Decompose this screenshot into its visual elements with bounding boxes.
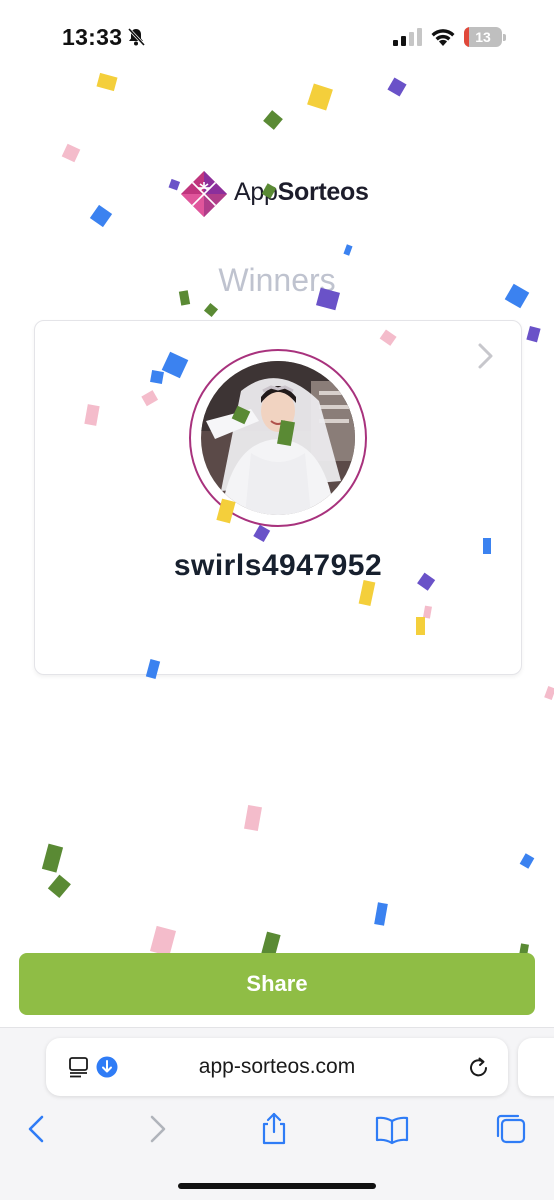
status-bar: 13:33 13 <box>0 0 554 70</box>
bell-slash-icon <box>127 27 146 47</box>
logo-text: AppSorteos <box>234 178 369 206</box>
tabs-icon[interactable] <box>494 1112 528 1146</box>
winner-photo <box>201 361 355 515</box>
share-icon[interactable] <box>257 1112 291 1146</box>
avatar <box>189 349 367 527</box>
battery-icon: 13 <box>464 27 506 47</box>
cellular-signal-icon <box>393 28 422 46</box>
page-title: Winners <box>218 262 336 298</box>
url-text[interactable]: app-sorteos.com <box>46 1055 508 1079</box>
logo-mark-icon <box>181 171 227 217</box>
address-bar[interactable]: app-sorteos.com <box>46 1038 508 1096</box>
status-time: 13:33 <box>62 24 123 50</box>
bookmarks-icon[interactable] <box>375 1112 409 1146</box>
forward-icon[interactable] <box>140 1112 174 1146</box>
app-logo[interactable]: AppSorteos <box>180 170 380 218</box>
battery-level: 13 <box>475 29 491 45</box>
chevron-right-icon[interactable] <box>475 341 497 371</box>
share-button[interactable]: Share <box>19 953 535 1015</box>
back-icon[interactable] <box>20 1112 54 1146</box>
home-indicator <box>178 1183 376 1189</box>
browser-toolbar: app-sorteos.com <box>0 1027 554 1200</box>
winner-card[interactable]: swirls4947952 <box>34 320 522 675</box>
winner-username: swirls4947952 <box>173 549 383 582</box>
next-tab-peek[interactable] <box>518 1038 554 1096</box>
reload-icon[interactable] <box>467 1055 491 1079</box>
wifi-icon <box>431 29 455 46</box>
